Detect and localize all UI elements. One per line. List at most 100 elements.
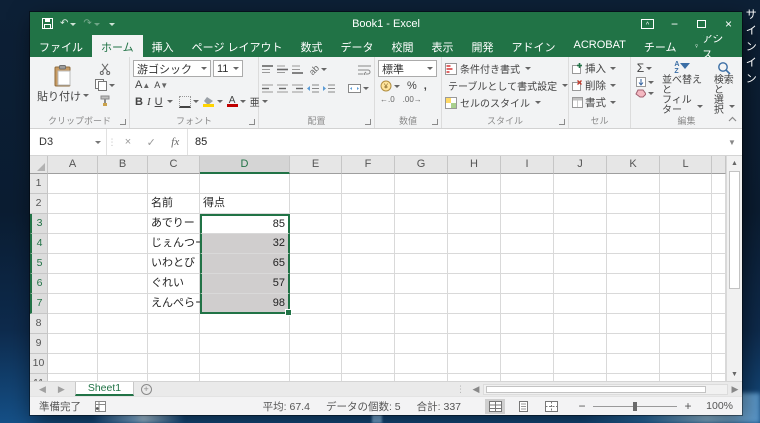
column-header-A[interactable]: A bbox=[48, 156, 98, 174]
cell-E8[interactable] bbox=[290, 314, 342, 334]
underline-button[interactable]: U bbox=[153, 95, 165, 109]
cancel-button[interactable]: × bbox=[125, 136, 131, 148]
expand-formula-bar-button[interactable]: ▼ bbox=[722, 129, 742, 155]
sort-filter-button[interactable]: AZ 並べ替えと フィルター bbox=[658, 60, 707, 117]
delete-cells-button[interactable]: 削除 bbox=[572, 77, 627, 94]
cell-A8[interactable] bbox=[48, 314, 98, 334]
cell-K10[interactable] bbox=[607, 354, 660, 374]
zoom-level[interactable]: 100% bbox=[699, 400, 733, 412]
cell-D6[interactable]: 57 bbox=[200, 274, 290, 294]
cell-L11[interactable] bbox=[660, 374, 712, 381]
cell-I5[interactable] bbox=[501, 254, 554, 274]
tab-view[interactable]: 表示 bbox=[423, 35, 463, 57]
cell-J9[interactable] bbox=[554, 334, 607, 354]
zoom-out-button[interactable]: − bbox=[577, 399, 587, 413]
column-header-J[interactable]: J bbox=[554, 156, 607, 174]
find-select-button[interactable]: 検索と 選択 bbox=[710, 60, 739, 117]
decrease-indent-icon[interactable] bbox=[307, 84, 319, 93]
cell-F8[interactable] bbox=[342, 314, 395, 334]
cell-I3[interactable] bbox=[501, 214, 554, 234]
row-header-5[interactable]: 5 bbox=[30, 254, 48, 274]
font-dialog-launcher-icon[interactable] bbox=[249, 119, 255, 125]
clipboard-dialog-launcher-icon[interactable] bbox=[120, 119, 126, 125]
cell-K9[interactable] bbox=[607, 334, 660, 354]
cell-C6[interactable]: ぐれい bbox=[148, 274, 200, 294]
increase-decimal-button[interactable]: ←.0 bbox=[378, 94, 397, 105]
align-top-icon[interactable] bbox=[262, 65, 273, 74]
align-middle-icon[interactable] bbox=[277, 65, 288, 74]
formula-input[interactable]: 85 bbox=[188, 129, 722, 155]
tab-formulas[interactable]: 数式 bbox=[292, 35, 332, 57]
tab-splitter[interactable]: ⋮ bbox=[452, 384, 469, 395]
row-header-3[interactable]: 3 bbox=[30, 214, 48, 234]
cell-J6[interactable] bbox=[554, 274, 607, 294]
cell-L3[interactable] bbox=[660, 214, 712, 234]
cell-A10[interactable] bbox=[48, 354, 98, 374]
autosum-button[interactable]: Σ bbox=[634, 61, 655, 75]
cell-K4[interactable] bbox=[607, 234, 660, 254]
cell-G6[interactable] bbox=[395, 274, 448, 294]
format-as-table-button[interactable]: テーブルとして書式設定 bbox=[445, 77, 565, 94]
cell-A3[interactable] bbox=[48, 214, 98, 234]
cell-J3[interactable] bbox=[554, 214, 607, 234]
cell-E7[interactable] bbox=[290, 294, 342, 314]
cell-I1[interactable] bbox=[501, 174, 554, 194]
previous-sheet-button[interactable]: ◀ bbox=[39, 384, 46, 395]
cell-F4[interactable] bbox=[342, 234, 395, 254]
cell-A6[interactable] bbox=[48, 274, 98, 294]
cell-F7[interactable] bbox=[342, 294, 395, 314]
tab-developer[interactable]: 開発 bbox=[463, 35, 503, 57]
cell-G2[interactable] bbox=[395, 194, 448, 214]
cell-J7[interactable] bbox=[554, 294, 607, 314]
cell-I8[interactable] bbox=[501, 314, 554, 334]
align-left-icon[interactable] bbox=[262, 84, 273, 93]
next-sheet-button[interactable]: ▶ bbox=[58, 384, 65, 395]
cell-F9[interactable] bbox=[342, 334, 395, 354]
cell-E2[interactable] bbox=[290, 194, 342, 214]
cell-D11[interactable] bbox=[200, 374, 290, 381]
cell-G1[interactable] bbox=[395, 174, 448, 194]
cell-G7[interactable] bbox=[395, 294, 448, 314]
percent-style-button[interactable]: % bbox=[405, 79, 419, 93]
ribbon-display-options-button[interactable]: ^ bbox=[634, 12, 661, 35]
page-layout-view-button[interactable] bbox=[513, 399, 533, 414]
cell-L4[interactable] bbox=[660, 234, 712, 254]
row-header-2[interactable]: 2 bbox=[30, 194, 48, 214]
scroll-left-arrow[interactable]: ◀ bbox=[469, 384, 483, 395]
cell-E1[interactable] bbox=[290, 174, 342, 194]
new-sheet-button[interactable]: + bbox=[134, 382, 158, 396]
font-size-combo[interactable]: 11 bbox=[213, 60, 243, 77]
zoom-slider-track[interactable] bbox=[593, 406, 677, 407]
zoom-slider-thumb[interactable] bbox=[633, 402, 637, 411]
cell-K5[interactable] bbox=[607, 254, 660, 274]
row-header-8[interactable]: 8 bbox=[30, 314, 48, 334]
copy-button[interactable] bbox=[93, 78, 117, 92]
scroll-down-arrow[interactable]: ▼ bbox=[727, 367, 742, 381]
cell-A4[interactable] bbox=[48, 234, 98, 254]
scroll-up-arrow[interactable]: ▲ bbox=[727, 156, 742, 170]
maximize-button[interactable] bbox=[688, 12, 715, 35]
cell-C8[interactable] bbox=[148, 314, 200, 334]
format-painter-button[interactable] bbox=[93, 94, 117, 108]
cell-D1[interactable] bbox=[200, 174, 290, 194]
cell-C5[interactable]: いわとび bbox=[148, 254, 200, 274]
tab-home[interactable]: ホーム bbox=[92, 35, 143, 57]
cell-I2[interactable] bbox=[501, 194, 554, 214]
tab-page-layout[interactable]: ページ レイアウト bbox=[183, 35, 292, 57]
macro-record-button[interactable] bbox=[95, 401, 106, 412]
font-name-combo[interactable]: 游ゴシック bbox=[133, 60, 211, 77]
insert-cells-button[interactable]: 挿入 bbox=[572, 60, 627, 77]
cell-A1[interactable] bbox=[48, 174, 98, 194]
column-header-H[interactable]: H bbox=[448, 156, 501, 174]
cell-H5[interactable] bbox=[448, 254, 501, 274]
cell-J8[interactable] bbox=[554, 314, 607, 334]
cell-L6[interactable] bbox=[660, 274, 712, 294]
horizontal-scroll-track[interactable] bbox=[483, 384, 728, 395]
cell-L1[interactable] bbox=[660, 174, 712, 194]
save-button[interactable] bbox=[39, 12, 56, 35]
number-format-combo[interactable]: 標準 bbox=[378, 60, 437, 77]
cell-A11[interactable] bbox=[48, 374, 98, 381]
cell-B10[interactable] bbox=[98, 354, 148, 374]
tab-file[interactable]: ファイル bbox=[30, 35, 92, 57]
cell-F10[interactable] bbox=[342, 354, 395, 374]
